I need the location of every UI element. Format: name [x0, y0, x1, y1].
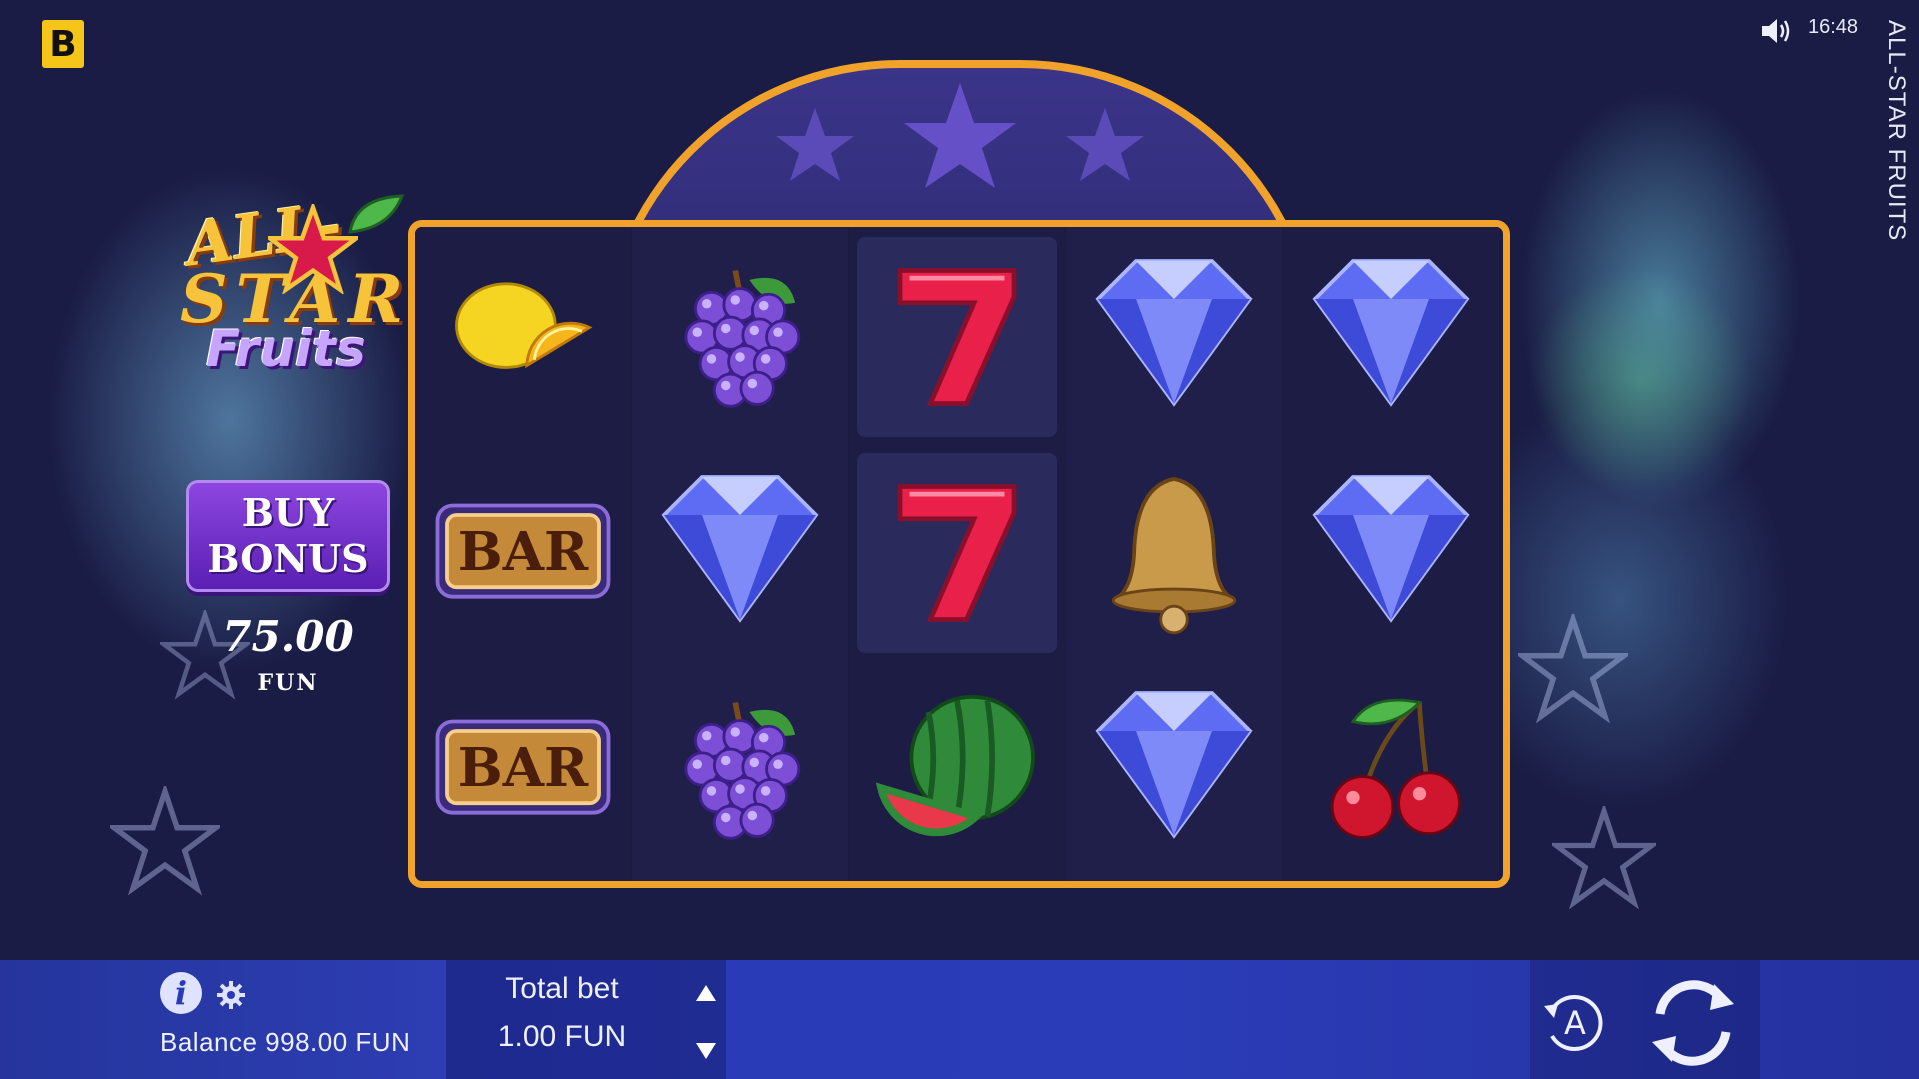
triangle-down-icon [696, 1043, 716, 1059]
spin-button[interactable] [1640, 970, 1746, 1076]
speaker-icon[interactable] [1760, 16, 1794, 46]
brand-logo[interactable]: B [42, 20, 84, 68]
red-star-icon [268, 204, 358, 294]
bottom-bar [0, 960, 1919, 1079]
clock: 16:48 [1808, 16, 1859, 38]
diamond-symbol [1074, 669, 1274, 869]
cherry-icon [1330, 698, 1461, 839]
diamond-symbol [1291, 453, 1491, 653]
diamond-icon [661, 475, 819, 623]
background-star-icon [1552, 806, 1656, 910]
triangle-up-icon [696, 985, 716, 1001]
bar-symbol: BAR [423, 669, 623, 869]
diamond-icon [1095, 691, 1253, 839]
watermelon-icon [875, 694, 1035, 837]
buy-bonus-button[interactable]: BUY BONUS [186, 480, 390, 592]
bell-icon [1111, 476, 1237, 635]
reel-2 [632, 227, 848, 881]
seven-icon [897, 484, 1017, 622]
bell-symbol [1074, 453, 1274, 653]
bet-increase-button[interactable] [690, 980, 722, 1006]
watermelon-symbol [857, 669, 1057, 869]
lemon-symbol [423, 237, 623, 437]
diamond-icon [1095, 259, 1253, 407]
grapes-icon [684, 269, 801, 408]
game-title-vertical: ALL-STAR FRUITS [1883, 20, 1910, 242]
diamond-symbol [1291, 237, 1491, 437]
seven-symbol [857, 453, 1057, 653]
info-button[interactable]: i [160, 972, 202, 1014]
diamond-icon [1312, 475, 1470, 623]
bar-icon: BAR [435, 719, 611, 815]
balance-panel [0, 960, 446, 1079]
game-screen: B 16:48 ALL-STAR FRUITS ALL- STAR Fruits… [0, 0, 1919, 1079]
lemon-icon [455, 282, 593, 369]
reel-3 [849, 227, 1065, 881]
diamond-icon [1312, 259, 1470, 407]
bar-symbol: BAR [423, 453, 623, 653]
autoplay-button[interactable]: A [1538, 986, 1612, 1060]
buy-bonus-price: 75.00 [222, 612, 354, 661]
diamond-symbol [1074, 237, 1274, 437]
svg-text:BAR: BAR [458, 736, 589, 799]
reel-frame: BAR BAR [408, 220, 1510, 888]
bet-decrease-button[interactable] [690, 1038, 722, 1064]
background-star-icon [1518, 614, 1628, 724]
background-star-icon [110, 786, 220, 896]
svg-text:A: A [1564, 1004, 1586, 1042]
grapes-icon [684, 701, 801, 840]
gear-icon[interactable] [216, 980, 246, 1010]
grapes-symbol [640, 669, 840, 869]
total-bet-value: 1.00 FUN [497, 1020, 627, 1053]
grapes-symbol [640, 237, 840, 437]
reel-5 [1283, 227, 1499, 881]
arch-stars-icon [776, 83, 1144, 188]
balance-text: Balance 998.00 FUN [160, 1027, 411, 1057]
cherry-symbol [1291, 669, 1491, 869]
bar-icon: BAR [435, 503, 611, 599]
reel-4 [1066, 227, 1282, 881]
game-logo: ALL- STAR Fruits [180, 189, 420, 380]
buy-bonus-currency: FUN [257, 670, 319, 696]
logo-text-fruits: Fruits [206, 320, 366, 378]
seven-symbol [857, 237, 1057, 437]
buy-bonus-line2: BONUS [207, 536, 369, 581]
diamond-symbol [640, 453, 840, 653]
seven-icon [897, 268, 1017, 406]
total-bet-label: Total bet [505, 972, 619, 1005]
reel-1: BAR BAR [415, 227, 631, 881]
buy-bonus-line1: BUY [241, 490, 335, 535]
svg-text:BAR: BAR [458, 520, 589, 583]
